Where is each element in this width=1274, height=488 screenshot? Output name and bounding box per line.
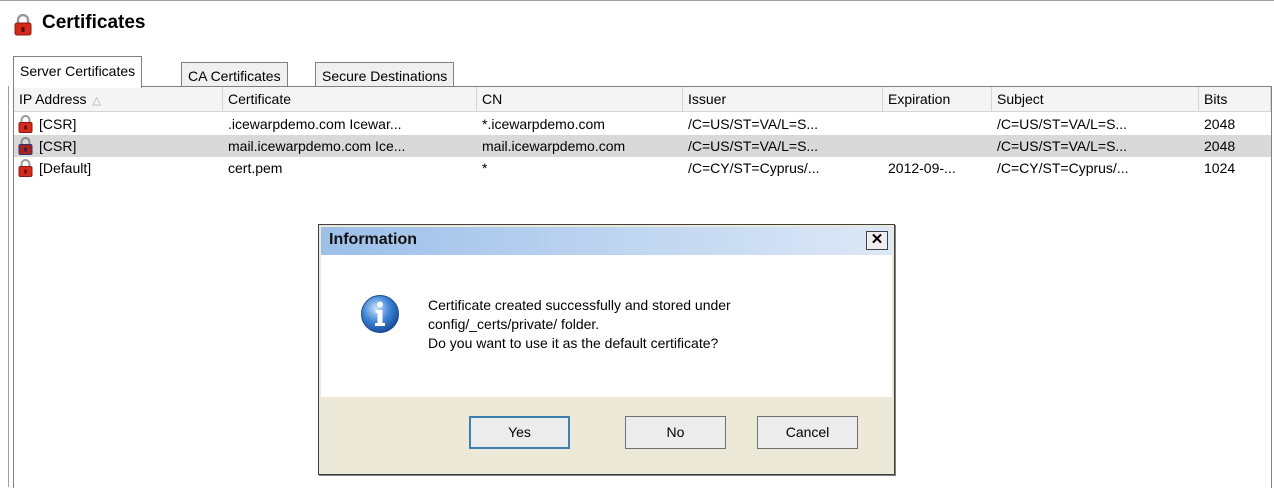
- cell-ip: [CSR]: [39, 116, 77, 132]
- cell-cn: *: [482, 160, 488, 176]
- column-bits[interactable]: Bits: [1199, 87, 1271, 111]
- cell-subject: /C=CY/ST=Cyprus/...: [997, 160, 1129, 176]
- column-certificate[interactable]: Certificate: [223, 87, 477, 111]
- information-dialog: Information ✕ Certificate created succes…: [318, 224, 895, 475]
- cell-issuer: /C=US/ST=VA/L=S...: [688, 138, 819, 154]
- table-row[interactable]: [CSR] mail.icewarpdemo.com Ice... mail.i…: [14, 135, 1271, 157]
- cell-cn: *.icewarpdemo.com: [482, 116, 605, 132]
- tab-secure-destinations[interactable]: Secure Destinations: [315, 62, 455, 89]
- close-button[interactable]: ✕: [866, 231, 888, 250]
- column-subject[interactable]: Subject: [992, 87, 1199, 111]
- message-line: Certificate created successfully and sto…: [428, 297, 731, 313]
- cell-certificate: .icewarpdemo.com Icewar...: [228, 116, 402, 132]
- message-line: Do you want to use it as the default cer…: [428, 335, 719, 351]
- cell-ip: [CSR]: [39, 138, 77, 154]
- cell-subject: /C=US/ST=VA/L=S...: [997, 116, 1128, 132]
- no-button[interactable]: No: [625, 416, 726, 449]
- padlock-icon: [14, 14, 32, 36]
- padlock-icon: [18, 115, 33, 133]
- yes-button[interactable]: Yes: [469, 416, 570, 449]
- column-expiration[interactable]: Expiration: [883, 87, 992, 111]
- cell-certificate: cert.pem: [228, 160, 283, 176]
- cell-bits: 2048: [1204, 116, 1236, 132]
- cell-ip: [Default]: [39, 160, 92, 176]
- padlock-icon: [18, 137, 33, 155]
- cell-expiration: 2012-09-...: [888, 160, 956, 176]
- tab-ca-certificates[interactable]: CA Certificates: [181, 62, 288, 89]
- tab-server-certificates[interactable]: Server Certificates: [13, 56, 143, 88]
- close-icon: ✕: [870, 231, 884, 248]
- cancel-button[interactable]: Cancel: [757, 416, 858, 449]
- cell-issuer: /C=US/ST=VA/L=S...: [688, 116, 819, 132]
- cell-cn: mail.icewarpdemo.com: [482, 138, 626, 154]
- column-cn[interactable]: CN: [477, 87, 683, 111]
- padlock-icon: [18, 159, 33, 177]
- table-row[interactable]: [Default] cert.pem * /C=CY/ST=Cyprus/...…: [14, 157, 1271, 179]
- panel-border: [8, 86, 9, 487]
- column-header-row: IP Address △ Certificate CN Issuer Expira…: [14, 87, 1271, 112]
- cell-certificate: mail.icewarpdemo.com Ice...: [228, 138, 406, 154]
- dialog-message: Certificate created successfully and sto…: [428, 296, 731, 353]
- page-title: Certificates: [42, 12, 146, 33]
- sort-ascending-icon: △: [92, 95, 101, 107]
- cell-subject: /C=US/ST=VA/L=S...: [997, 138, 1128, 154]
- column-issuer[interactable]: Issuer: [683, 87, 883, 111]
- dialog-title: Information: [329, 231, 417, 248]
- panel-header: Certificates: [0, 0, 1274, 47]
- cell-bits: 1024: [1204, 160, 1236, 176]
- dialog-titlebar[interactable]: Information ✕: [321, 227, 892, 255]
- table-row[interactable]: [CSR] .icewarpdemo.com Icewar... *.icewa…: [14, 113, 1271, 135]
- cell-issuer: /C=CY/ST=Cyprus/...: [688, 160, 820, 176]
- column-ip-address[interactable]: IP Address △: [14, 87, 223, 111]
- info-icon: [361, 295, 399, 333]
- cell-bits: 2048: [1204, 138, 1236, 154]
- message-line: config/_certs/private/ folder.: [428, 316, 600, 332]
- column-label: IP Address: [19, 91, 87, 107]
- dialog-body: Certificate created successfully and sto…: [321, 255, 892, 397]
